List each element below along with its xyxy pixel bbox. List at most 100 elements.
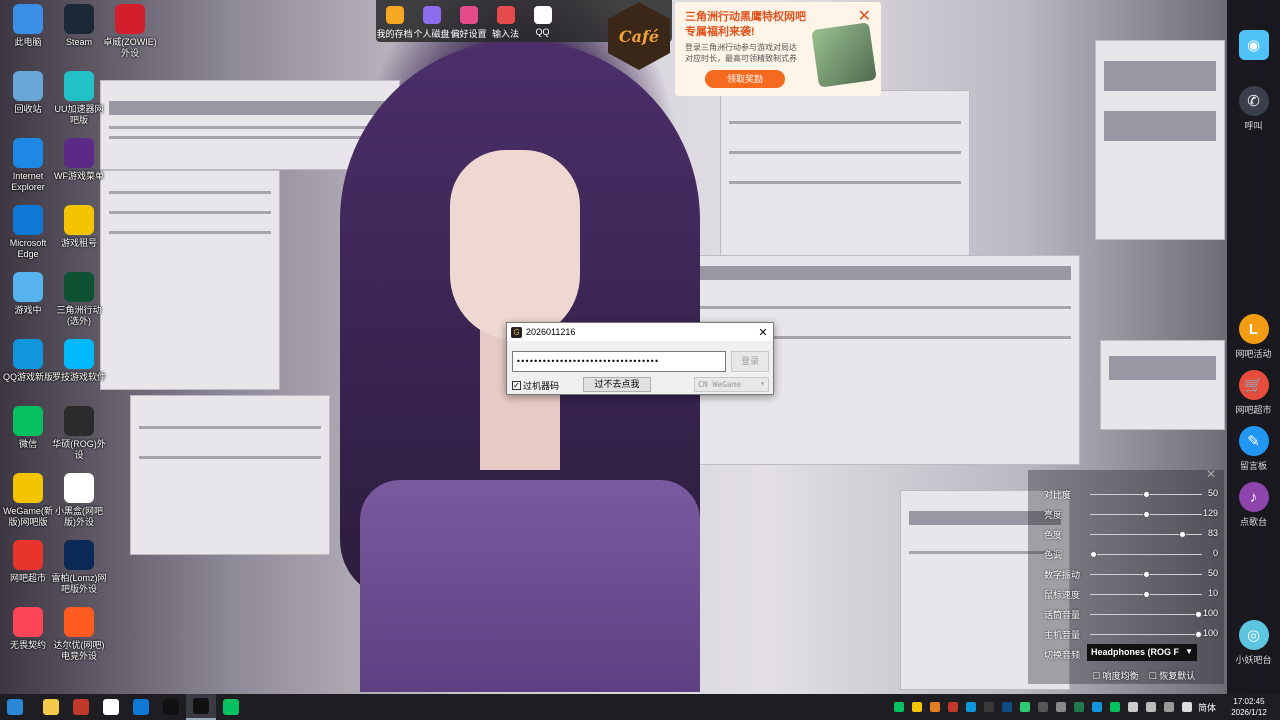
tray-app-icon[interactable] [1016, 700, 1034, 714]
tray-app-icon[interactable] [1070, 700, 1088, 714]
setting-label: 数字振动 [1044, 570, 1081, 580]
desktop-icon[interactable]: 网吧超市 [0, 540, 56, 584]
bar-counter-button[interactable]: ◎ 小妖吧台 [1227, 620, 1280, 666]
slider-knob[interactable] [1142, 571, 1150, 578]
desktop-icon[interactable]: Microsoft Edge [0, 205, 56, 260]
setting-value: 50 [1207, 488, 1218, 498]
toolbar-item[interactable]: 我的存档 [376, 0, 413, 42]
promo-description: 登录三角洲行动参与游戏对局达对应时长，最高可领精致制式券 [685, 43, 797, 63]
taskbar-button[interactable] [156, 694, 186, 720]
tray-app-icon[interactable] [1088, 700, 1106, 714]
tray-app-icon[interactable] [1142, 700, 1160, 714]
clock[interactable]: 17:02:45 2026/1/12 [1218, 696, 1280, 718]
taskbar-button[interactable] [0, 694, 30, 720]
toolbar-item[interactable]: 输入法 [487, 0, 524, 42]
slider-knob[interactable] [1179, 531, 1187, 538]
toolbar-item[interactable]: QQ [524, 0, 561, 42]
tray-app-icon[interactable] [1178, 700, 1196, 714]
tray-app-icon[interactable] [1124, 700, 1142, 714]
taskbar-button[interactable] [216, 694, 246, 720]
tray-app-icon[interactable] [1106, 700, 1124, 714]
setting-slider[interactable] [1090, 631, 1202, 638]
desktop-icon[interactable]: QQ游戏新版 [0, 339, 56, 383]
toolbar-item[interactable]: 偏好设置 [450, 0, 487, 42]
setting-value: 100 [1202, 628, 1218, 638]
setting-slider[interactable] [1090, 531, 1202, 538]
taskbar-button[interactable] [186, 694, 216, 720]
taskbar-button[interactable] [126, 694, 156, 720]
taskbar-apps [0, 694, 246, 720]
server-select[interactable]: CN WeGame [694, 377, 769, 392]
tray-app-icon[interactable] [998, 700, 1016, 714]
setting-slider[interactable] [1090, 511, 1202, 518]
uu-icon [64, 71, 94, 101]
close-icon[interactable]: ✕ [753, 326, 773, 339]
checkbox-icon: ✓ [512, 381, 521, 390]
setting-slider[interactable] [1090, 571, 1202, 578]
setting-slider[interactable] [1090, 611, 1202, 618]
cafe-shop-button[interactable]: 🛒 网吧超市 [1227, 370, 1280, 416]
message-board-button[interactable]: ✎ 留言板 [1227, 426, 1280, 472]
login-button[interactable]: 登录 [731, 351, 769, 372]
desktop-icon[interactable]: 雷柏(Lomz)网吧版外设 [51, 540, 107, 595]
taskbar-button[interactable] [66, 694, 96, 720]
setting-slider[interactable] [1090, 591, 1202, 598]
shop-icon [13, 540, 43, 570]
promo-popup: 三角洲行动黑鹰特权网吧专属福利来袭! 登录三角洲行动参与游戏对局达对应时长，最高… [675, 2, 881, 96]
desktop-icon[interactable]: Internet Explorer [0, 138, 56, 193]
slider-knob[interactable] [1142, 491, 1150, 498]
desktop-icon[interactable]: WeGame(新版)网吧版 [0, 473, 56, 528]
machine-code-checkbox[interactable]: ✓ 过机器码 [512, 379, 559, 392]
skip-button[interactable]: 过不去点我 [583, 377, 651, 392]
toolbar-item[interactable]: 个人磁盘 [413, 0, 450, 42]
taskbar-button[interactable] [36, 694, 66, 720]
tray-app-icon[interactable] [1034, 700, 1052, 714]
desktop-icon[interactable]: 卓威(ZOWIE)外设 [102, 4, 158, 59]
tray-app-icon[interactable] [962, 700, 980, 714]
desktop-icon[interactable]: 三角洲行动(选外) [51, 272, 107, 327]
desktop-icon[interactable]: WF游戏菜单 [51, 138, 107, 182]
tray-app-icon[interactable] [1052, 700, 1070, 714]
setting-slider[interactable] [1090, 551, 1202, 558]
desktop-icon[interactable]: Steam [51, 4, 107, 48]
slider-knob[interactable] [1142, 511, 1150, 518]
tray-icons [890, 700, 1196, 714]
desktop-icon[interactable]: 达尔优(网吧)电竞外设 [51, 607, 107, 662]
desktop-icon[interactable]: 此电脑 [0, 4, 56, 48]
desktop-icon[interactable]: 无畏契约 [0, 607, 56, 651]
slider-knob[interactable] [1142, 591, 1150, 598]
input-language[interactable]: 简体 [1196, 701, 1218, 714]
desktop-icon[interactable]: 游戏中 [0, 272, 56, 316]
close-icon[interactable]: ✕ [858, 6, 871, 26]
tray-app-icon[interactable] [980, 700, 998, 714]
tray-app-icon[interactable] [908, 700, 926, 714]
claim-reward-button[interactable]: 领取奖励 [705, 70, 785, 88]
desktop-icon[interactable]: 回收站 [0, 71, 56, 115]
call-button[interactable]: ✆ 呼叫 [1227, 86, 1280, 132]
desktop-icon[interactable]: UU加速器网吧版 [51, 71, 107, 126]
restore-defaults-toggle[interactable]: ☐ 恢复默认 [1149, 671, 1196, 681]
tray-app-icon[interactable] [890, 700, 908, 714]
cafe-activity-button[interactable]: L 网吧活动 [1227, 314, 1280, 360]
right-sidebar: ◉ ✆ 呼叫 L 网吧活动 🛒 网吧超市 ✎ 留言板 ♪ 点歌台 ◎ 小妖吧台 [1227, 0, 1280, 694]
tray-app-icon[interactable] [944, 700, 962, 714]
tray-app-icon[interactable] [926, 700, 944, 714]
assistant-button[interactable]: ◉ [1227, 30, 1280, 63]
setting-slider[interactable] [1090, 491, 1202, 498]
tray-app-icon[interactable] [1160, 700, 1178, 714]
desktop-icon[interactable]: 罗技游戏软件 [51, 339, 107, 383]
song-request-button[interactable]: ♪ 点歌台 [1227, 482, 1280, 528]
desktop-icon[interactable]: 华硕(ROG)外设 [51, 406, 107, 461]
desktop-icon[interactable]: 游戏租号 [51, 205, 107, 249]
password-input[interactable]: ••••••••••••••••••••••••••••••••• [512, 351, 726, 372]
slider-knob[interactable] [1090, 551, 1097, 558]
audio-device-select[interactable]: Headphones (ROG F [1087, 644, 1197, 661]
cafe-logo-button[interactable]: Café [608, 2, 670, 70]
desktop-icon[interactable]: 微信 [0, 406, 56, 450]
newspaper [1100, 340, 1225, 430]
close-icon[interactable]: ✕ [1206, 467, 1216, 481]
taskbar-button[interactable] [96, 694, 126, 720]
delta-icon [64, 272, 94, 302]
desktop-icon[interactable]: 小黑盒(网吧版)外设 [51, 473, 107, 528]
loudness-eq-toggle[interactable]: ☐ 响度均衡 [1092, 671, 1139, 681]
